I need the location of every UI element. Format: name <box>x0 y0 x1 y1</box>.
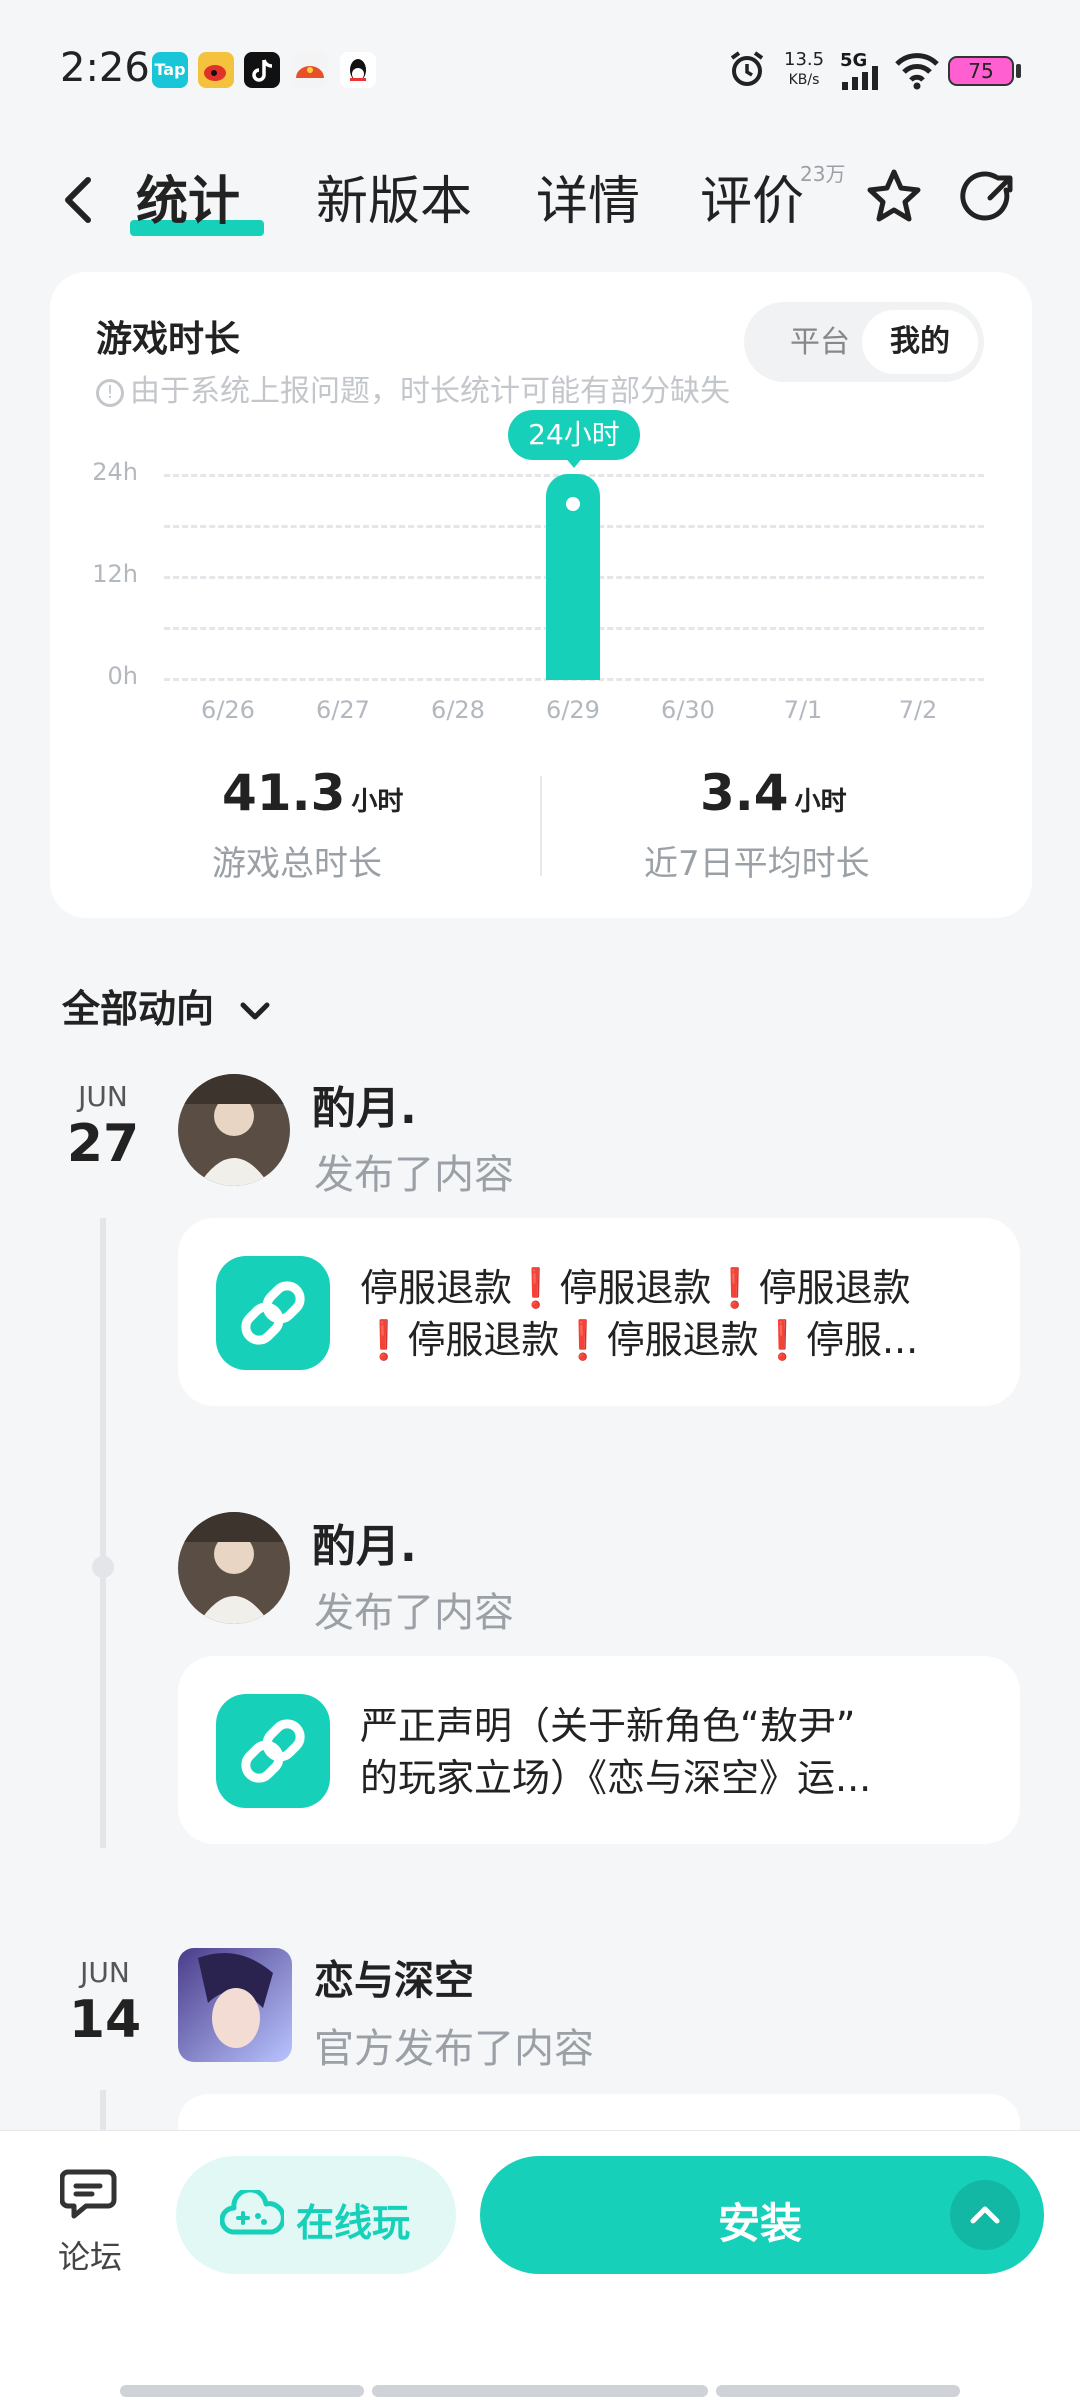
install-options-button[interactable] <box>950 2180 1020 2250</box>
y-tick-label: 0h <box>107 662 138 690</box>
forum-label[interactable]: 论坛 <box>40 2232 140 2278</box>
timeline-line <box>100 2090 106 2130</box>
stats-divider <box>540 776 542 876</box>
gesture-bar <box>716 2385 960 2397</box>
x-tick-label: 6/28 <box>431 696 485 724</box>
post-author[interactable]: 恋与深空 <box>314 1948 474 2006</box>
toggle-platform[interactable]: 平台 <box>770 318 870 368</box>
forum-icon[interactable] <box>59 2166 122 2228</box>
battery-indicator: 75 <box>948 56 1014 86</box>
total-playtime-value: 41.3 小时 <box>222 764 404 822</box>
bar-tooltip: 24小时 <box>508 410 640 460</box>
back-button[interactable] <box>58 170 100 230</box>
alarm-icon <box>726 48 768 90</box>
avg-playtime-label: 近7日平均时长 <box>644 844 870 884</box>
playtime-title: 游戏时长 <box>96 319 241 360</box>
toggle-mine[interactable]: 我的 <box>862 310 978 374</box>
tab-details[interactable]: 详情 <box>536 170 640 234</box>
tab-stats[interactable]: 统计 <box>136 170 240 234</box>
post-action: 官方发布了内容 <box>314 2026 594 2072</box>
signal-icon <box>842 66 884 94</box>
post-action: 发布了内容 <box>314 1590 514 1636</box>
playtime-notice: ! 由于系统上报问题，时长统计可能有部分缺失 <box>96 366 730 410</box>
link-icon <box>216 1694 330 1808</box>
post-preview: 严正声明（关于新角色“敖尹” 的玩家立场）《恋与深空》运... <box>360 1704 872 1800</box>
status-bar: 2:26 Tap 13.5 KB/s 5G 75 <box>0 0 1080 140</box>
date-month: JUN <box>78 1080 128 1113</box>
battery-tip <box>1016 64 1021 78</box>
post-action: 发布了内容 <box>314 1152 514 1198</box>
x-tick-label: 6/30 <box>661 696 715 724</box>
share-icon[interactable] <box>956 164 1024 232</box>
star-icon[interactable] <box>860 164 928 232</box>
bar-marker <box>559 490 587 518</box>
feed-filter[interactable]: 全部动向 <box>62 978 275 1033</box>
post-author[interactable]: 酌月. <box>312 1072 417 1136</box>
x-tick-label: 7/1 <box>783 696 823 724</box>
link-icon <box>216 1256 330 1370</box>
y-tick-label: 24h <box>92 458 138 486</box>
tiktok-icon <box>244 52 280 88</box>
install-label[interactable]: 安装 <box>718 2190 802 2251</box>
gesture-bar <box>372 2385 708 2397</box>
x-tick-label: 6/26 <box>201 696 255 724</box>
info-icon: ! <box>96 378 124 407</box>
y-tick-label: 12h <box>92 560 138 588</box>
x-tick-label: 6/27 <box>316 696 370 724</box>
avatar[interactable] <box>178 1074 290 1186</box>
network-speed: 13.5 KB/s <box>784 49 825 89</box>
qq-icon <box>340 52 376 88</box>
date-day: 27 <box>66 1114 140 1174</box>
bar-tooltip-tail <box>564 456 584 468</box>
date-month: JUN <box>80 1956 130 1989</box>
official-avatar[interactable] <box>178 1948 292 2062</box>
x-tick-label: 7/2 <box>898 696 938 724</box>
date-day: 14 <box>68 1990 142 2050</box>
gesture-bar <box>120 2385 364 2397</box>
review-count-badge: 23万 <box>800 162 846 186</box>
avatar[interactable] <box>178 1512 290 1624</box>
weibo-icon <box>198 52 234 88</box>
status-time: 2:26 <box>60 45 150 91</box>
tab-reviews[interactable]: 评价 <box>700 170 804 234</box>
post-author[interactable]: 酌月. <box>312 1510 417 1574</box>
chevron-down-icon <box>240 1002 270 1019</box>
chevron-up-icon <box>970 2206 1000 2224</box>
total-playtime-label: 游戏总时长 <box>212 844 382 884</box>
avg-playtime-value: 3.4 小时 <box>700 764 847 822</box>
timeline-line <box>100 1218 106 1848</box>
tab-new-version[interactable]: 新版本 <box>316 170 472 234</box>
timeline-dot <box>92 1556 114 1578</box>
post-preview: 停服退款❗停服退款❗停服退款 ❗停服退款❗停服退款❗停服... <box>360 1266 919 1362</box>
gamepad-cloud-icon <box>219 2187 286 2244</box>
app-icon <box>292 52 328 88</box>
cloud-play-label[interactable]: 在线玩 <box>296 2192 410 2247</box>
x-tick-label: 6/29 <box>546 696 600 724</box>
wifi-icon <box>894 50 940 94</box>
taptap-icon: Tap <box>152 52 188 88</box>
